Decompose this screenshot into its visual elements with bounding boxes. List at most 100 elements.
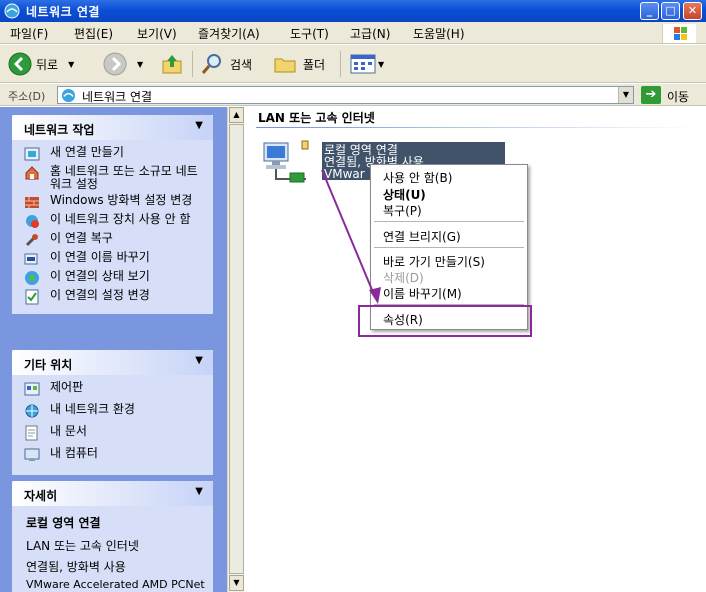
views-button[interactable]: ▼ bbox=[350, 52, 384, 76]
place-label: 내 컴퓨터 bbox=[50, 446, 98, 460]
up-folder-button[interactable] bbox=[160, 52, 184, 76]
folders-label: 폴더 bbox=[303, 57, 326, 72]
task-pane-scrollbar[interactable]: ▲ ▼ bbox=[227, 107, 244, 592]
menu-edit[interactable]: 편집(E) bbox=[74, 25, 113, 42]
menu-advanced[interactable]: 고급(N) bbox=[350, 25, 390, 42]
task-label: 이 연결의 상태 보기 bbox=[50, 269, 150, 283]
my-network-icon bbox=[25, 404, 39, 418]
lan-connection-icon[interactable] bbox=[260, 137, 312, 185]
menu-item-status[interactable]: 상태(U) bbox=[383, 186, 426, 203]
menu-bar: 파일(F) 편집(E) 보기(V) 즐겨찾기(A) 도구(T) 고급(N) 도움… bbox=[0, 22, 706, 44]
go-label[interactable]: 이동 bbox=[667, 88, 689, 105]
address-input[interactable]: 네트워크 연결 ▼ bbox=[57, 86, 634, 104]
back-label: 뒤로 bbox=[36, 57, 59, 72]
menu-separator bbox=[374, 221, 524, 222]
task-home-network[interactable]: 홈 네트워크 또는 소규모 네트워크 설정 bbox=[24, 165, 205, 191]
task-rename[interactable]: 이 연결 이름 바꾸기 bbox=[24, 251, 205, 267]
details-status: 연결됨, 방화벽 사용 bbox=[26, 560, 126, 574]
close-button[interactable]: ✕ bbox=[683, 2, 702, 20]
place-label: 제어판 bbox=[50, 380, 84, 394]
menu-item-disable[interactable]: 사용 안 함(B) bbox=[383, 169, 452, 186]
place-label: 내 문서 bbox=[50, 424, 87, 438]
task-label: 새 연결 만들기 bbox=[50, 145, 124, 159]
details-title: 자세히 bbox=[24, 489, 58, 503]
task-label: 이 네트워크 장치 사용 안 함 bbox=[50, 212, 191, 226]
task-view-status[interactable]: 이 연결의 상태 보기 bbox=[24, 270, 205, 286]
forward-arrow-icon bbox=[103, 52, 127, 76]
new-connection-icon bbox=[24, 147, 40, 161]
minimize-button[interactable]: _ bbox=[640, 2, 659, 20]
menu-file[interactable]: 파일(F) bbox=[10, 25, 48, 42]
details-type: LAN 또는 고속 인터넷 bbox=[26, 539, 139, 553]
task-pane: 네트워크 작업 ▼ 새 연결 만들기 홈 네트워크 또는 소규모 네트워크 설정… bbox=[0, 107, 227, 592]
maximize-button[interactable]: □ bbox=[661, 2, 680, 20]
menu-item-rename[interactable]: 이름 바꾸기(M) bbox=[383, 285, 462, 302]
views-dropdown-icon[interactable]: ▼ bbox=[378, 60, 384, 69]
address-dropdown-icon[interactable]: ▼ bbox=[618, 87, 633, 103]
chevron-down-icon[interactable]: ▼ bbox=[195, 486, 203, 497]
toolbar: 뒤로 ▼ ▼ 검색 폴더 ▼ bbox=[0, 45, 706, 83]
place-my-network[interactable]: 내 네트워크 환경 bbox=[24, 403, 205, 419]
go-arrow-icon[interactable]: ➔ bbox=[641, 86, 661, 104]
task-disable-device[interactable]: 이 네트워크 장치 사용 안 함 bbox=[24, 213, 205, 229]
forward-button[interactable]: ▼ bbox=[103, 52, 143, 76]
task-new-connection[interactable]: 새 연결 만들기 bbox=[24, 146, 205, 162]
place-my-computer[interactable]: 내 컴퓨터 bbox=[24, 447, 205, 463]
address-value: 네트워크 연결 bbox=[82, 90, 153, 104]
rename-icon bbox=[24, 253, 38, 265]
details-device: VMware Accelerated AMD PCNet Adapter bbox=[26, 578, 205, 592]
other-places-header[interactable]: 기타 위치 ▼ bbox=[12, 350, 213, 375]
menu-view[interactable]: 보기(V) bbox=[137, 25, 177, 42]
views-icon bbox=[350, 54, 376, 74]
folders-button[interactable]: 폴더 bbox=[273, 52, 325, 76]
task-change-settings[interactable]: 이 연결의 설정 변경 bbox=[24, 289, 205, 305]
chevron-down-icon[interactable]: ▼ bbox=[195, 120, 203, 131]
up-folder-icon bbox=[162, 55, 182, 74]
other-places-list: 제어판 내 네트워크 환경 내 문서 내 컴퓨터 bbox=[12, 375, 213, 475]
details-panel: 자세히 ▼ 로컬 영역 연결 LAN 또는 고속 인터넷 연결됨, 방화벽 사용… bbox=[12, 481, 213, 592]
task-firewall[interactable]: Windows 방화벽 설정 변경 bbox=[24, 194, 205, 210]
network-tasks-title: 네트워크 작업 bbox=[24, 123, 95, 137]
task-label: 이 연결 복구 bbox=[50, 231, 113, 245]
group-divider bbox=[256, 127, 696, 128]
scroll-up-icon[interactable]: ▲ bbox=[229, 107, 244, 123]
menu-item-repair[interactable]: 복구(P) bbox=[383, 202, 422, 219]
scroll-down-icon[interactable]: ▼ bbox=[229, 575, 244, 591]
menu-item-delete: 삭제(D) bbox=[383, 271, 424, 285]
folder-icon bbox=[274, 58, 296, 73]
control-panel-icon bbox=[24, 382, 40, 396]
forward-dropdown-icon[interactable]: ▼ bbox=[137, 60, 143, 69]
menu-tools[interactable]: 도구(T) bbox=[290, 25, 329, 42]
network-connections-icon bbox=[4, 3, 20, 19]
home-network-icon bbox=[25, 166, 39, 180]
search-label: 검색 bbox=[230, 57, 253, 72]
back-button[interactable]: 뒤로 ▼ bbox=[8, 52, 74, 76]
menu-item-bridge[interactable]: 연결 브리지(G) bbox=[383, 228, 461, 245]
details-header[interactable]: 자세히 ▼ bbox=[12, 481, 213, 506]
group-title: LAN 또는 고속 인터넷 bbox=[258, 111, 375, 125]
other-places-title: 기타 위치 bbox=[24, 358, 73, 372]
windows-logo-icon bbox=[662, 24, 696, 43]
back-arrow-icon bbox=[8, 52, 32, 76]
place-control-panel[interactable]: 제어판 bbox=[24, 381, 205, 397]
chevron-down-icon[interactable]: ▼ bbox=[195, 355, 203, 366]
place-my-documents[interactable]: 내 문서 bbox=[24, 425, 205, 441]
menu-item-shortcut[interactable]: 바로 가기 만들기(S) bbox=[383, 253, 485, 270]
menu-favorites[interactable]: 즐겨찾기(A) bbox=[198, 25, 260, 42]
search-button[interactable]: 검색 bbox=[200, 52, 252, 76]
network-tasks-header[interactable]: 네트워크 작업 ▼ bbox=[12, 115, 213, 140]
scroll-thumb[interactable] bbox=[229, 124, 244, 574]
search-icon bbox=[201, 54, 221, 74]
title-bar: 네트워크 연결 _ □ ✕ bbox=[0, 0, 706, 22]
other-places-panel: 기타 위치 ▼ 제어판 내 네트워크 환경 내 문서 내 컴퓨터 bbox=[12, 350, 213, 475]
network-tasks-panel: 네트워크 작업 ▼ 새 연결 만들기 홈 네트워크 또는 소규모 네트워크 설정… bbox=[12, 115, 213, 314]
menu-help[interactable]: 도움말(H) bbox=[413, 25, 465, 42]
back-dropdown-icon[interactable]: ▼ bbox=[68, 60, 74, 69]
task-repair[interactable]: 이 연결 복구 bbox=[24, 232, 205, 248]
details-body: 로컬 영역 연결 LAN 또는 고속 인터넷 연결됨, 방화벽 사용 VMwar… bbox=[12, 506, 213, 592]
disable-device-icon bbox=[26, 215, 39, 228]
task-label: 이 연결 이름 바꾸기 bbox=[50, 250, 150, 264]
task-label: 홈 네트워크 또는 소규모 네트워크 설정 bbox=[50, 164, 198, 191]
status-icon bbox=[25, 271, 39, 285]
window-title: 네트워크 연결 bbox=[26, 5, 100, 19]
